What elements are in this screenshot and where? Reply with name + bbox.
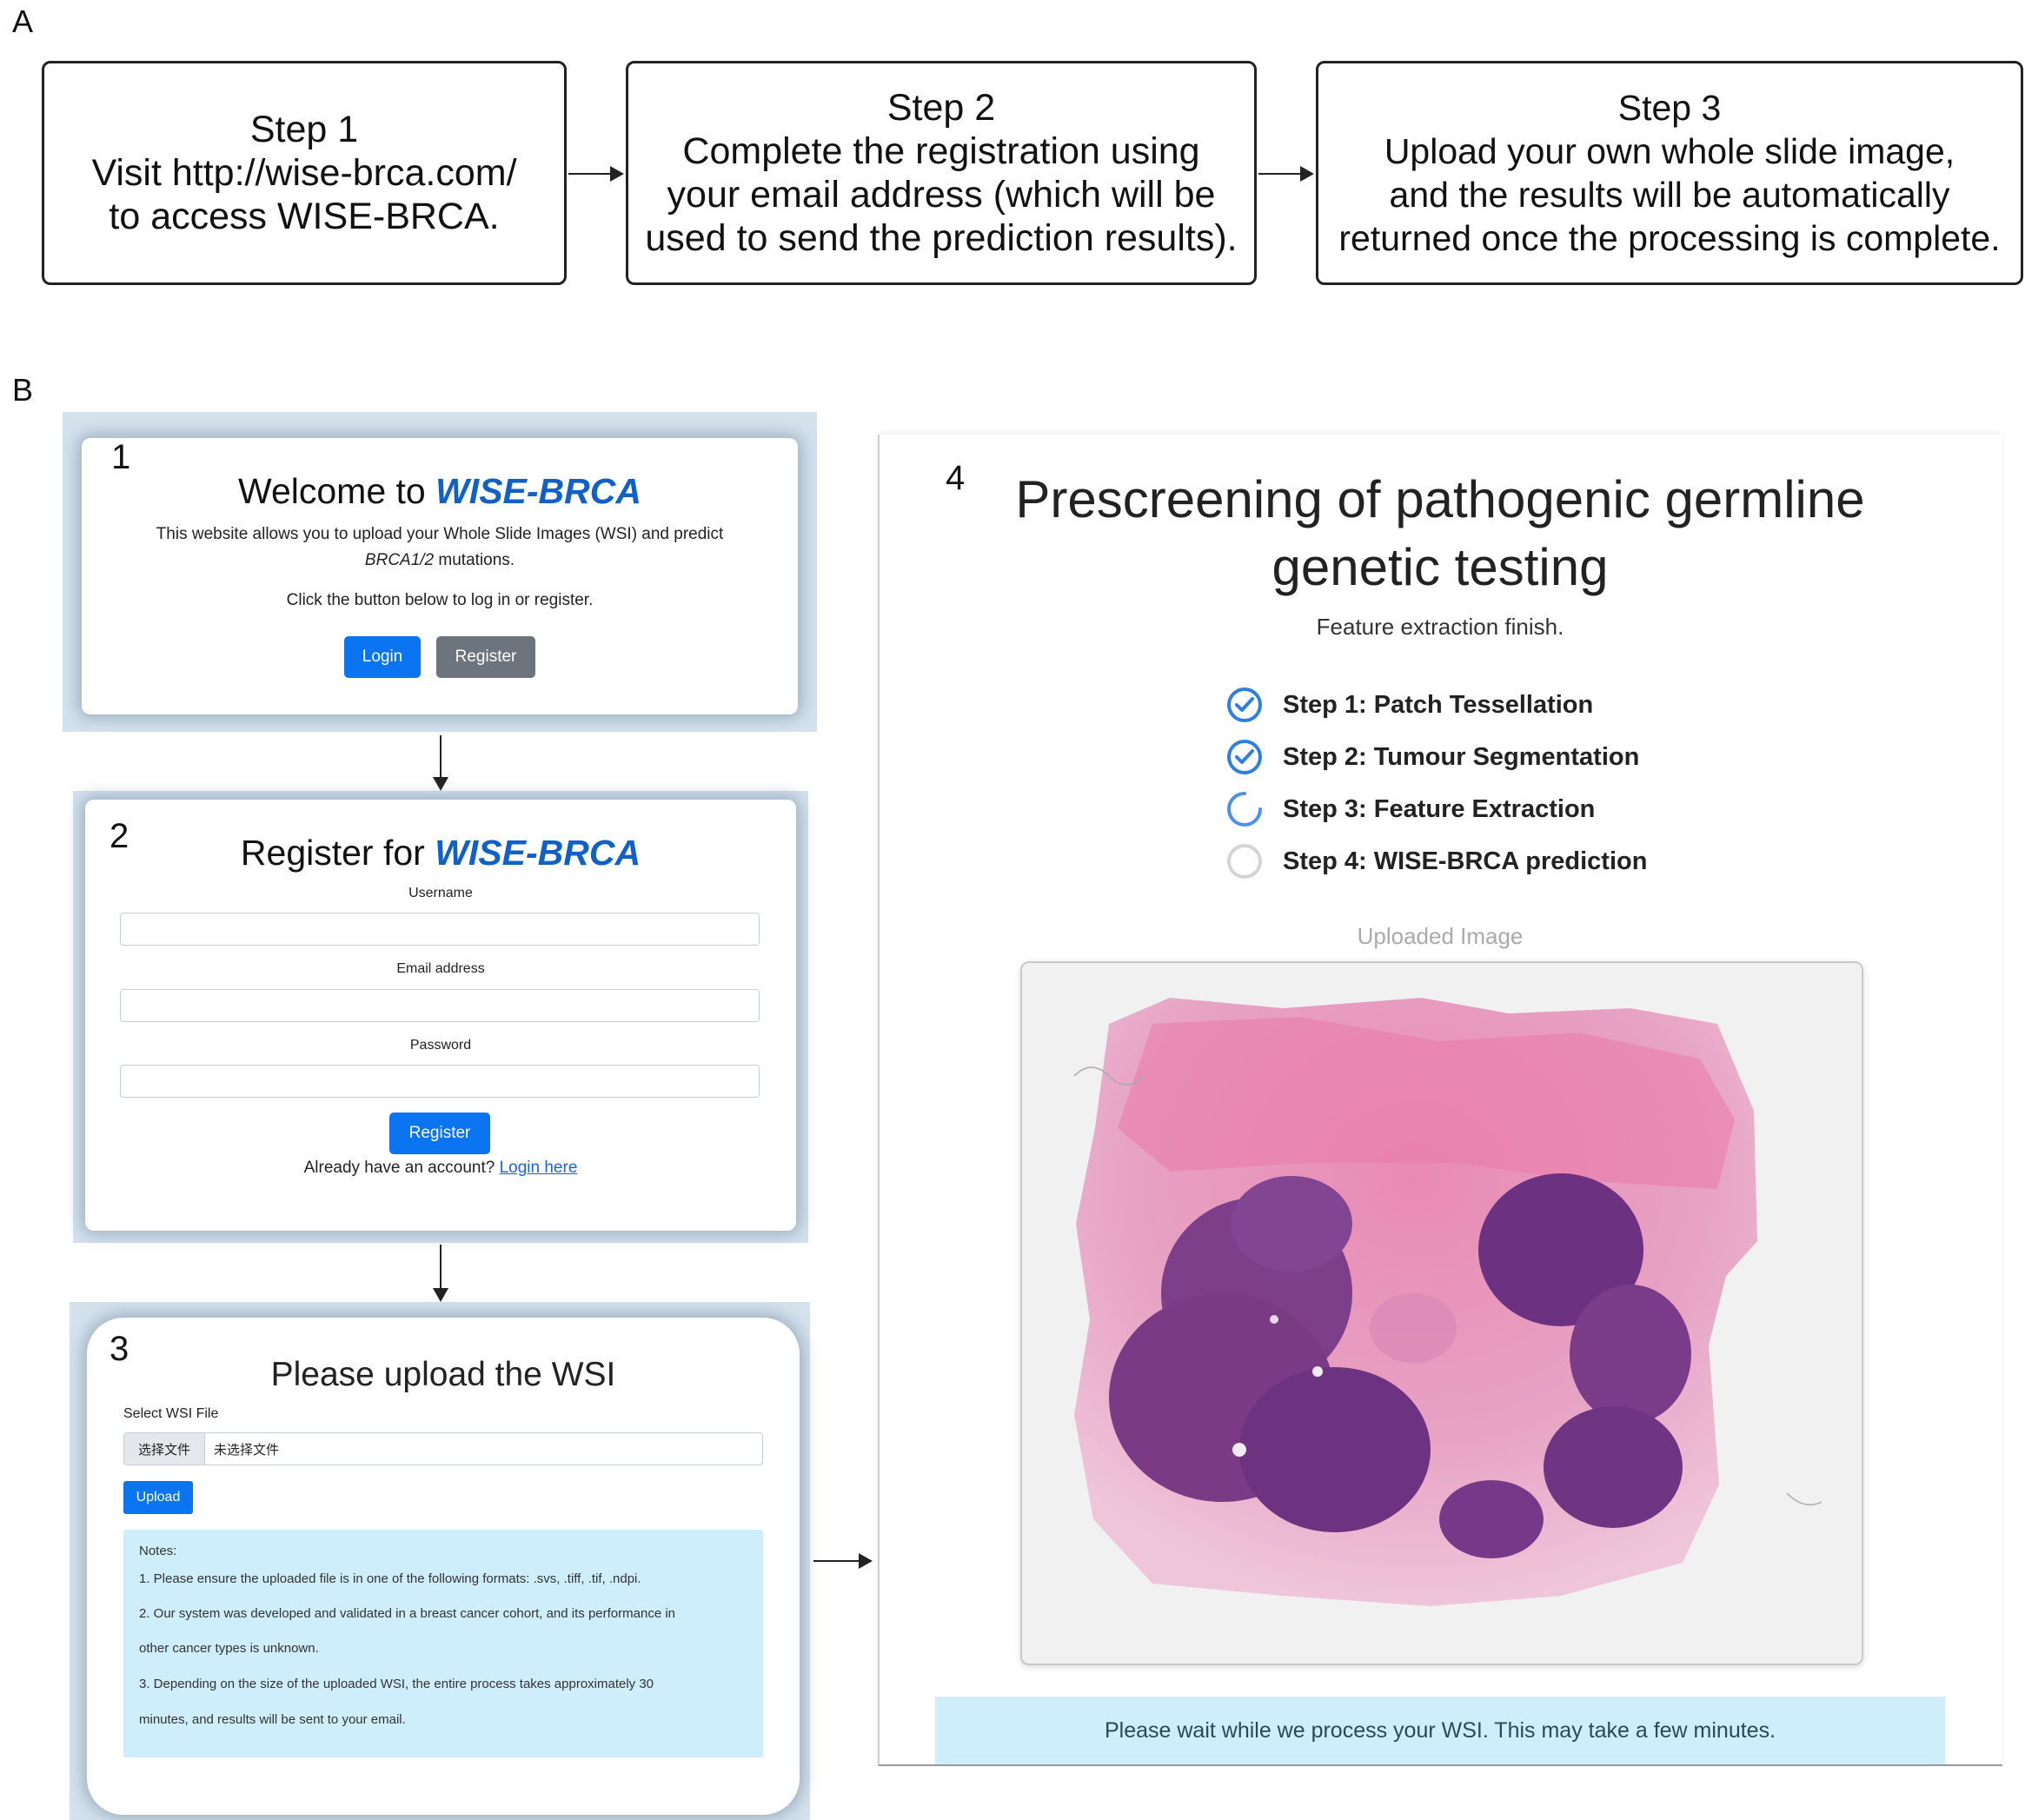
welcome-description-suffix: mutations. xyxy=(434,551,515,569)
step-3-line-1: Upload your own whole slide image, xyxy=(1384,131,1955,171)
progress-title-line-1: Prescreening of pathogenic germline xyxy=(1015,470,1865,528)
step-3-line-3: returned once the processing is complete… xyxy=(1338,218,2001,258)
step-1-title: Step 1 xyxy=(249,109,359,150)
check-circle-icon xyxy=(1227,687,1262,722)
file-status: 未选择文件 xyxy=(214,1442,280,1458)
step-1-box: Step 1 Visit http://wise-brca.com/ to ac… xyxy=(42,61,567,285)
note-item: minutes, and results will be sent to you… xyxy=(139,1712,406,1727)
account-prompt-text: Already have an account? xyxy=(303,1159,500,1177)
account-prompt: Already have an account? Login here xyxy=(85,1159,796,1178)
step-2-line-3: used to send the prediction results). xyxy=(645,217,1238,259)
email-label: Email address xyxy=(396,961,485,976)
note-item: other cancer types is unknown. xyxy=(139,1641,319,1656)
choose-file-button[interactable]: 选择文件 xyxy=(124,1433,205,1465)
panel-a-label: A xyxy=(12,3,34,39)
panel-b-label: B xyxy=(12,372,34,408)
welcome-description-line-1: This website allows you to upload your W… xyxy=(156,525,724,543)
progress-title-line-2: genetic testing xyxy=(1271,538,1609,596)
progress-step-label: Step 3: Feature Extraction xyxy=(1283,794,1596,823)
password-label: Password xyxy=(409,1038,472,1053)
welcome-description-line-2: BRCA1/2 mutations. xyxy=(82,551,798,570)
password-input[interactable] xyxy=(120,1065,760,1098)
welcome-title: Welcome to WISE-BRCA xyxy=(82,471,798,512)
tissue-slide-image xyxy=(1022,963,1862,1664)
pending-circle-icon xyxy=(1227,844,1262,879)
progress-step-label: Step 1: Patch Tessellation xyxy=(1283,690,1594,719)
register-brand: WISE-BRCA xyxy=(435,833,641,873)
welcome-brand: WISE-BRCA xyxy=(435,471,641,511)
username-input[interactable] xyxy=(120,913,760,946)
uploaded-slide-image xyxy=(1020,961,1863,1665)
step-2-line-1: Complete the registration using xyxy=(682,130,1200,172)
note-item: 2. Our system was developed and validate… xyxy=(139,1606,675,1621)
step-1-line-2: to access WISE-BRCA. xyxy=(109,196,500,237)
email-input[interactable] xyxy=(120,989,760,1022)
step-2-title: Step 2 xyxy=(886,87,996,129)
upload-title: Please upload the WSI xyxy=(270,1356,616,1393)
progress-step-2: Step 2: Tumour Segmentation xyxy=(1225,737,1639,777)
uploaded-image-caption: Uploaded Image xyxy=(1357,923,1524,949)
check-circle-icon xyxy=(1227,740,1262,774)
loading-spinner-icon xyxy=(1227,792,1262,827)
arrow-screen1-to-screen2 xyxy=(433,735,448,791)
step-3-title: Step 3 xyxy=(1617,88,1722,128)
progress-step-3: Step 3: Feature Extraction xyxy=(1225,789,1595,829)
gene-name: BRCA1/2 xyxy=(364,551,435,569)
notes-title: Notes: xyxy=(139,1544,177,1558)
register-title-prefix: Register for xyxy=(240,833,435,873)
register-submit-button[interactable]: Register xyxy=(389,1113,490,1154)
progress-step-1: Step 1: Patch Tessellation xyxy=(1225,685,1593,725)
step-3-line-2: and the results will be automatically xyxy=(1389,175,1950,215)
arrow-screen3-to-screen4 xyxy=(813,1553,873,1569)
progress-status: Feature extraction finish. xyxy=(1316,614,1564,640)
step-1-line-1: Visit http://wise-brca.com/ xyxy=(91,152,517,194)
login-here-link[interactable]: Login here xyxy=(500,1159,578,1177)
login-button[interactable]: Login xyxy=(344,636,421,678)
welcome-instruction: Click the button below to log in or regi… xyxy=(286,591,594,609)
progress-step-label: Step 4: WISE-BRCA prediction xyxy=(1283,847,1648,875)
step-2-line-2: your email address (which will be xyxy=(667,174,1216,216)
note-item: 3. Depending on the size of the uploaded… xyxy=(139,1677,654,1691)
step-3-box: Step 3 Upload your own whole slide image… xyxy=(1316,61,2023,285)
notes-box: Notes: 1. Please ensure the uploaded fil… xyxy=(123,1530,763,1757)
wait-message-banner: Please wait while we process your WSI. T… xyxy=(935,1697,1945,1764)
arrow-screen2-to-screen3 xyxy=(433,1245,448,1302)
file-input[interactable]: 选择文件 未选择文件 xyxy=(123,1432,763,1465)
username-label: Username xyxy=(408,886,473,900)
file-label: Select WSI File xyxy=(123,1406,219,1421)
arrow-step1-to-step2 xyxy=(568,166,624,182)
progress-step-4: Step 4: WISE-BRCA prediction xyxy=(1225,841,1647,881)
welcome-title-prefix: Welcome to xyxy=(238,471,436,511)
note-item: 1. Please ensure the uploaded file is in… xyxy=(139,1571,641,1586)
step-2-box: Step 2 Complete the registration using y… xyxy=(626,61,1257,285)
progress-step-label: Step 2: Tumour Segmentation xyxy=(1283,742,1640,771)
arrow-step2-to-step3 xyxy=(1258,166,1314,182)
upload-button[interactable]: Upload xyxy=(123,1481,193,1514)
register-title: Register for WISE-BRCA xyxy=(85,833,796,873)
register-button[interactable]: Register xyxy=(436,636,535,678)
